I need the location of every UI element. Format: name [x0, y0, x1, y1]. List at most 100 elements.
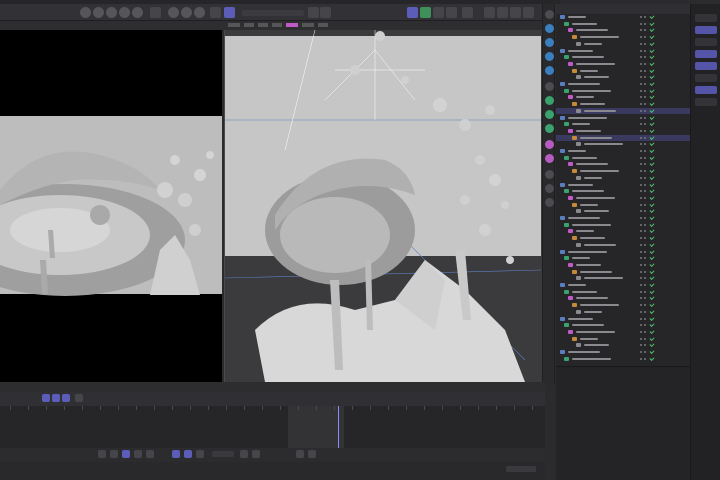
- spline-icon[interactable]: [545, 66, 554, 75]
- viewport-icon[interactable]: [407, 7, 418, 18]
- enable-check-icon[interactable]: [649, 315, 655, 321]
- object-row[interactable]: [556, 349, 690, 355]
- object-row[interactable]: [556, 308, 690, 315]
- current-frame-field[interactable]: [212, 451, 234, 457]
- render-dot[interactable]: [644, 76, 646, 79]
- render-dot[interactable]: [644, 203, 646, 206]
- object-row[interactable]: [556, 295, 690, 301]
- visibility-dot[interactable]: [640, 109, 642, 112]
- object-row[interactable]: [556, 74, 690, 80]
- object-row[interactable]: [556, 194, 690, 201]
- enable-check-icon[interactable]: [649, 342, 655, 348]
- visibility-dot[interactable]: [640, 42, 642, 45]
- object-row[interactable]: [556, 94, 690, 100]
- visibility-dot[interactable]: [640, 29, 642, 32]
- generator-icon[interactable]: [545, 52, 554, 61]
- visibility-dot[interactable]: [640, 83, 642, 85]
- scale-icon[interactable]: [132, 7, 143, 18]
- visibility-dot[interactable]: [640, 257, 642, 260]
- visibility-dot[interactable]: [640, 170, 642, 173]
- sculpt-icon[interactable]: [420, 7, 431, 18]
- curve-icon[interactable]: [75, 394, 83, 402]
- enable-check-icon[interactable]: [649, 34, 655, 40]
- render-settings-icon[interactable]: [181, 7, 192, 18]
- visibility-dot[interactable]: [640, 290, 642, 293]
- enable-check-icon[interactable]: [649, 188, 655, 194]
- visibility-dot[interactable]: [640, 324, 642, 327]
- render-dot[interactable]: [644, 351, 646, 353]
- render-dot[interactable]: [644, 22, 646, 25]
- object-row[interactable]: [556, 148, 690, 154]
- visibility-dot[interactable]: [640, 330, 642, 333]
- object-row[interactable]: [556, 342, 690, 348]
- object-row[interactable]: [556, 168, 690, 174]
- object-row[interactable]: [556, 282, 690, 288]
- enable-check-icon[interactable]: [649, 148, 655, 153]
- render-dot[interactable]: [644, 217, 646, 219]
- visibility-dot[interactable]: [640, 277, 642, 280]
- tag-icon[interactable]: [545, 170, 554, 179]
- enable-check-icon[interactable]: [649, 308, 655, 314]
- object-row[interactable]: [556, 47, 690, 54]
- object-row[interactable]: [556, 121, 690, 127]
- perspective-viewport[interactable]: [224, 30, 542, 382]
- object-row[interactable]: [556, 315, 690, 322]
- key-position-icon[interactable]: [172, 450, 180, 458]
- go-to-end-icon[interactable]: [146, 450, 154, 458]
- render-dot[interactable]: [644, 297, 646, 300]
- object-row[interactable]: [556, 248, 690, 255]
- visibility-dot[interactable]: [640, 250, 642, 253]
- render-dot[interactable]: [644, 176, 646, 179]
- object-row[interactable]: [556, 101, 690, 107]
- render-dot[interactable]: [644, 156, 646, 159]
- visibility-dot[interactable]: [640, 304, 642, 307]
- step-back-icon[interactable]: [110, 450, 118, 458]
- visibility-dot[interactable]: [640, 56, 642, 59]
- object-row[interactable]: [556, 40, 690, 47]
- object-row[interactable]: [556, 141, 690, 147]
- render-dot[interactable]: [644, 183, 646, 186]
- visibility-dot[interactable]: [640, 344, 642, 347]
- render-dot[interactable]: [644, 337, 646, 340]
- render-dot[interactable]: [644, 237, 646, 240]
- layer-swatch[interactable]: [695, 14, 717, 22]
- object-row[interactable]: [556, 255, 690, 261]
- object-row[interactable]: [556, 14, 690, 20]
- hud-icon[interactable]: [545, 10, 554, 19]
- object-row[interactable]: [556, 288, 690, 295]
- timeline-options-icon[interactable]: [308, 450, 316, 458]
- visibility-dot[interactable]: [640, 263, 642, 266]
- cube-icon[interactable]: [545, 24, 554, 33]
- object-row[interactable]: [556, 328, 690, 335]
- layer-swatch[interactable]: [695, 98, 717, 106]
- visibility-dot[interactable]: [640, 150, 642, 152]
- timeline-header[interactable]: [0, 382, 545, 392]
- interactive-render-icon[interactable]: [510, 7, 521, 18]
- light-icon[interactable]: [545, 154, 554, 163]
- redo-icon[interactable]: [93, 7, 104, 18]
- visibility-dot[interactable]: [640, 203, 642, 206]
- render-dot[interactable]: [644, 196, 646, 199]
- render-dot[interactable]: [644, 304, 646, 307]
- layer-swatch[interactable]: [695, 26, 717, 34]
- layer-swatch[interactable]: [695, 50, 717, 58]
- visibility-dot[interactable]: [640, 270, 642, 273]
- enable-check-icon[interactable]: [649, 248, 655, 254]
- play-icon[interactable]: [122, 450, 130, 458]
- visibility-dot[interactable]: [640, 210, 642, 213]
- visibility-dot[interactable]: [640, 351, 642, 353]
- timeline-tracks[interactable]: [0, 406, 545, 448]
- object-row[interactable]: [556, 221, 690, 228]
- fps-icon[interactable]: [296, 450, 304, 458]
- enable-check-icon[interactable]: [649, 20, 655, 26]
- visibility-dot[interactable]: [640, 230, 642, 233]
- object-row[interactable]: [556, 302, 690, 308]
- render-dot[interactable]: [644, 56, 646, 59]
- enable-check-icon[interactable]: [649, 47, 655, 53]
- visibility-dot[interactable]: [640, 163, 642, 166]
- visibility-dot[interactable]: [640, 176, 642, 179]
- object-row[interactable]: [556, 60, 690, 67]
- object-row[interactable]: [556, 154, 690, 161]
- render-dot[interactable]: [644, 210, 646, 213]
- render-dot[interactable]: [644, 49, 646, 52]
